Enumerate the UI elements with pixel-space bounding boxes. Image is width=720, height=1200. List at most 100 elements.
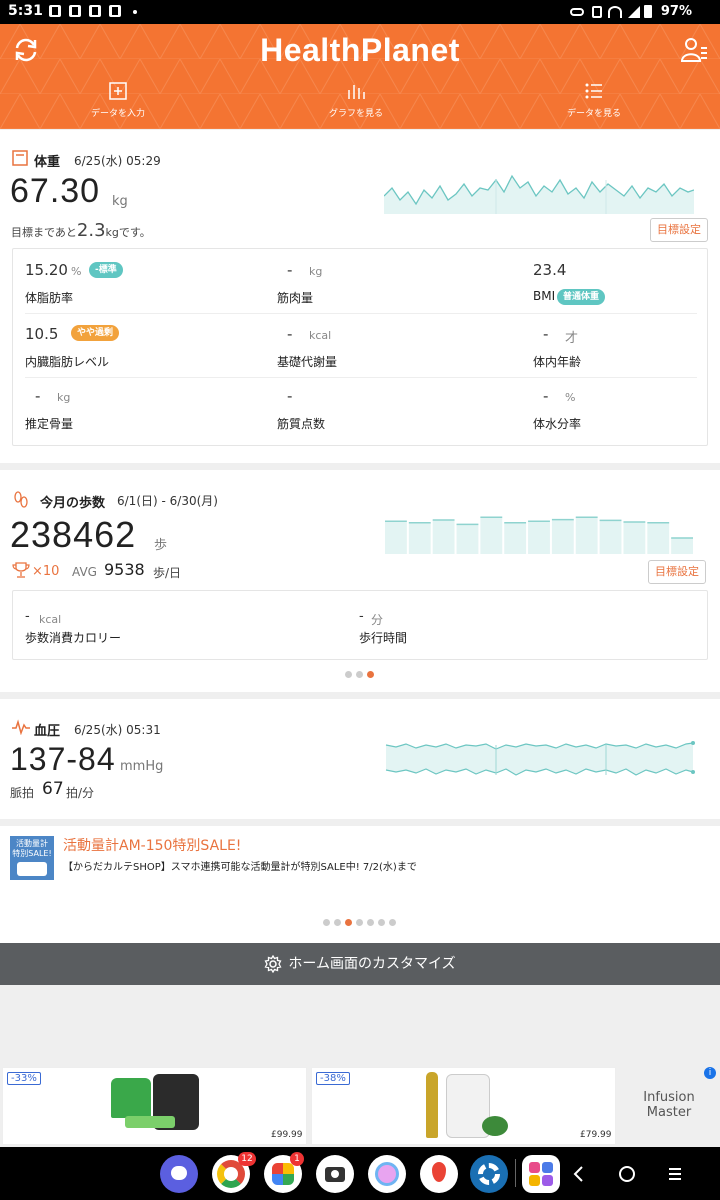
promo-card[interactable]: 活動量計 特別SALE! 活動量計AM-150特別SALE! 【からだカルテSH… (0, 826, 720, 943)
steps-bar (551, 519, 574, 554)
steps-bar (432, 520, 455, 554)
bp-unit: mmHg (120, 759, 164, 774)
maps-app-icon[interactable] (420, 1155, 458, 1193)
status-time: 5:31 (8, 3, 43, 19)
product-image (125, 1116, 175, 1128)
page-dot (345, 671, 352, 678)
photos-app-icon[interactable]: 1 (264, 1152, 304, 1193)
steps-bar (575, 517, 598, 554)
pinwheel-icon (283, 1174, 294, 1185)
nav-input-data[interactable]: データを入力 (48, 82, 188, 124)
weight-value: 67.30 (10, 172, 101, 210)
app-header: HealthPlanet データを入力 グラフを見る データを見る (0, 24, 720, 129)
product-image (482, 1116, 508, 1136)
system-nav-bar: 12 1 (0, 1147, 720, 1200)
product-price: £79.99 (580, 1130, 612, 1140)
status-bar: 5:31 97% (0, 0, 720, 24)
body-fat-value: 15.20 (25, 261, 68, 279)
body-metrics-grid: 15.20 % -標準 体脂肪率 - kg 筋肉量 23.4 BMI 普通体重 … (12, 248, 708, 446)
bar-chart-icon (348, 85, 365, 99)
pulse-value: 67 (42, 779, 64, 799)
page-dot (323, 919, 330, 926)
goal-prefix: 目標まであと (11, 226, 77, 239)
ad-product-1[interactable]: -33% £99.99 (2, 1067, 307, 1145)
weight-goal-button[interactable]: 目標設定 (650, 218, 708, 242)
body-age-unit: 才 (565, 331, 579, 346)
user-settings-icon[interactable] (680, 36, 708, 64)
bp-title: 血圧 (34, 724, 61, 739)
weight-title: 体重 (34, 155, 61, 170)
steps-title: 今月の歩数 (40, 496, 106, 511)
nav-view-graph[interactable]: グラフを見る (286, 82, 426, 124)
promo-text: 【からだカルテSHOP】スマホ連携可能な活動量計が特別SALE中! 7/2(水)… (63, 862, 417, 873)
divider (25, 377, 697, 378)
trophy-count: ×10 (32, 564, 60, 579)
steps-bar (456, 524, 479, 554)
ad-info-icon[interactable]: i (704, 1067, 716, 1079)
ad-product-2[interactable]: -38% £79.99 (311, 1067, 616, 1145)
body-fat-unit: % (71, 265, 82, 278)
chrome-app-icon[interactable]: 12 (212, 1152, 256, 1193)
walk-time-value: - (359, 609, 364, 624)
pinwheel-icon (272, 1163, 283, 1174)
blood-pressure-card[interactable]: 血圧 6/25(水) 05:31 137-84 mmHg 脈拍 67 拍/分 (0, 699, 720, 819)
lens-icon (331, 1170, 339, 1178)
vibrate-icon (592, 6, 602, 18)
steps-page-indicator[interactable] (345, 671, 375, 679)
discount-badge: -33% (7, 1072, 41, 1085)
scale-icon (12, 150, 28, 166)
messages-app-icon[interactable] (160, 1155, 198, 1193)
recents-icon[interactable] (667, 1166, 683, 1182)
flower-app-icon[interactable] (368, 1155, 406, 1193)
page-dot (334, 919, 341, 926)
weight-sparkline[interactable] (384, 170, 694, 214)
walk-time-label: 歩行時間 (359, 631, 408, 645)
app-logo: HealthPlanet (260, 32, 460, 68)
notification-badge: 12 (238, 1152, 256, 1166)
bone-mass-value: - (35, 387, 41, 405)
muscle-quality-value: - (287, 387, 293, 405)
steps-bar (623, 522, 646, 554)
visceral-fat-value: 10.5 (25, 325, 59, 343)
app-drawer-icon[interactable] (522, 1155, 560, 1193)
product-image (426, 1072, 438, 1138)
weight-card[interactable]: 体重 6/25(水) 05:29 67.30 kg 目標まであと2.3kgです。… (0, 130, 720, 463)
goal-suffix: kgです。 (105, 226, 151, 239)
back-icon[interactable] (572, 1165, 586, 1183)
nav-view-data[interactable]: データを見る (524, 82, 664, 124)
settings-app-icon[interactable] (470, 1155, 508, 1193)
steps-range: 6/1(日) - 6/30(月) (117, 494, 218, 508)
muscle-label: 筋肉量 (277, 291, 314, 305)
customize-home-button[interactable]: ホーム画面のカスタマイズ (0, 943, 720, 985)
bmi-label: BMI (533, 289, 556, 303)
bone-mass-label: 推定骨量 (25, 417, 74, 431)
steps-bar (599, 520, 622, 554)
water-value: - (543, 387, 549, 405)
promo-title: 活動量計AM-150特別SALE! (63, 838, 242, 854)
facebook-icon (109, 5, 121, 17)
body-fat-label: 体脂肪率 (25, 291, 74, 305)
product-price: £99.99 (271, 1130, 303, 1140)
bp-chart[interactable] (384, 739, 696, 781)
body-fat-tag: -標準 (89, 262, 123, 278)
steps-goal-button[interactable]: 目標設定 (648, 560, 706, 584)
battery-icon (644, 5, 652, 18)
signal-icon (628, 6, 640, 18)
avg-label: AVG (72, 565, 97, 579)
steps-card[interactable]: 今月の歩数 6/1(日) - 6/30(月) 238462 歩 ×10 AVG … (0, 470, 720, 692)
page-dot (367, 919, 374, 926)
nav-label: データを入力 (90, 109, 145, 119)
steps-bar (671, 538, 693, 554)
device-image (17, 862, 47, 876)
camera-app-icon[interactable] (316, 1155, 354, 1193)
grid-cell (542, 1162, 553, 1173)
steps-bar-chart[interactable] (384, 514, 694, 554)
key-icon (570, 8, 584, 16)
home-icon[interactable] (617, 1164, 637, 1184)
facebook-icon (49, 5, 61, 17)
steps-bar (528, 521, 550, 554)
promo-page-indicator[interactable] (323, 919, 399, 927)
steps-value: 238462 (10, 514, 137, 555)
visceral-fat-label: 内臓脂肪レベル (25, 355, 110, 369)
promo-thumbnail: 活動量計 特別SALE! (10, 836, 54, 880)
